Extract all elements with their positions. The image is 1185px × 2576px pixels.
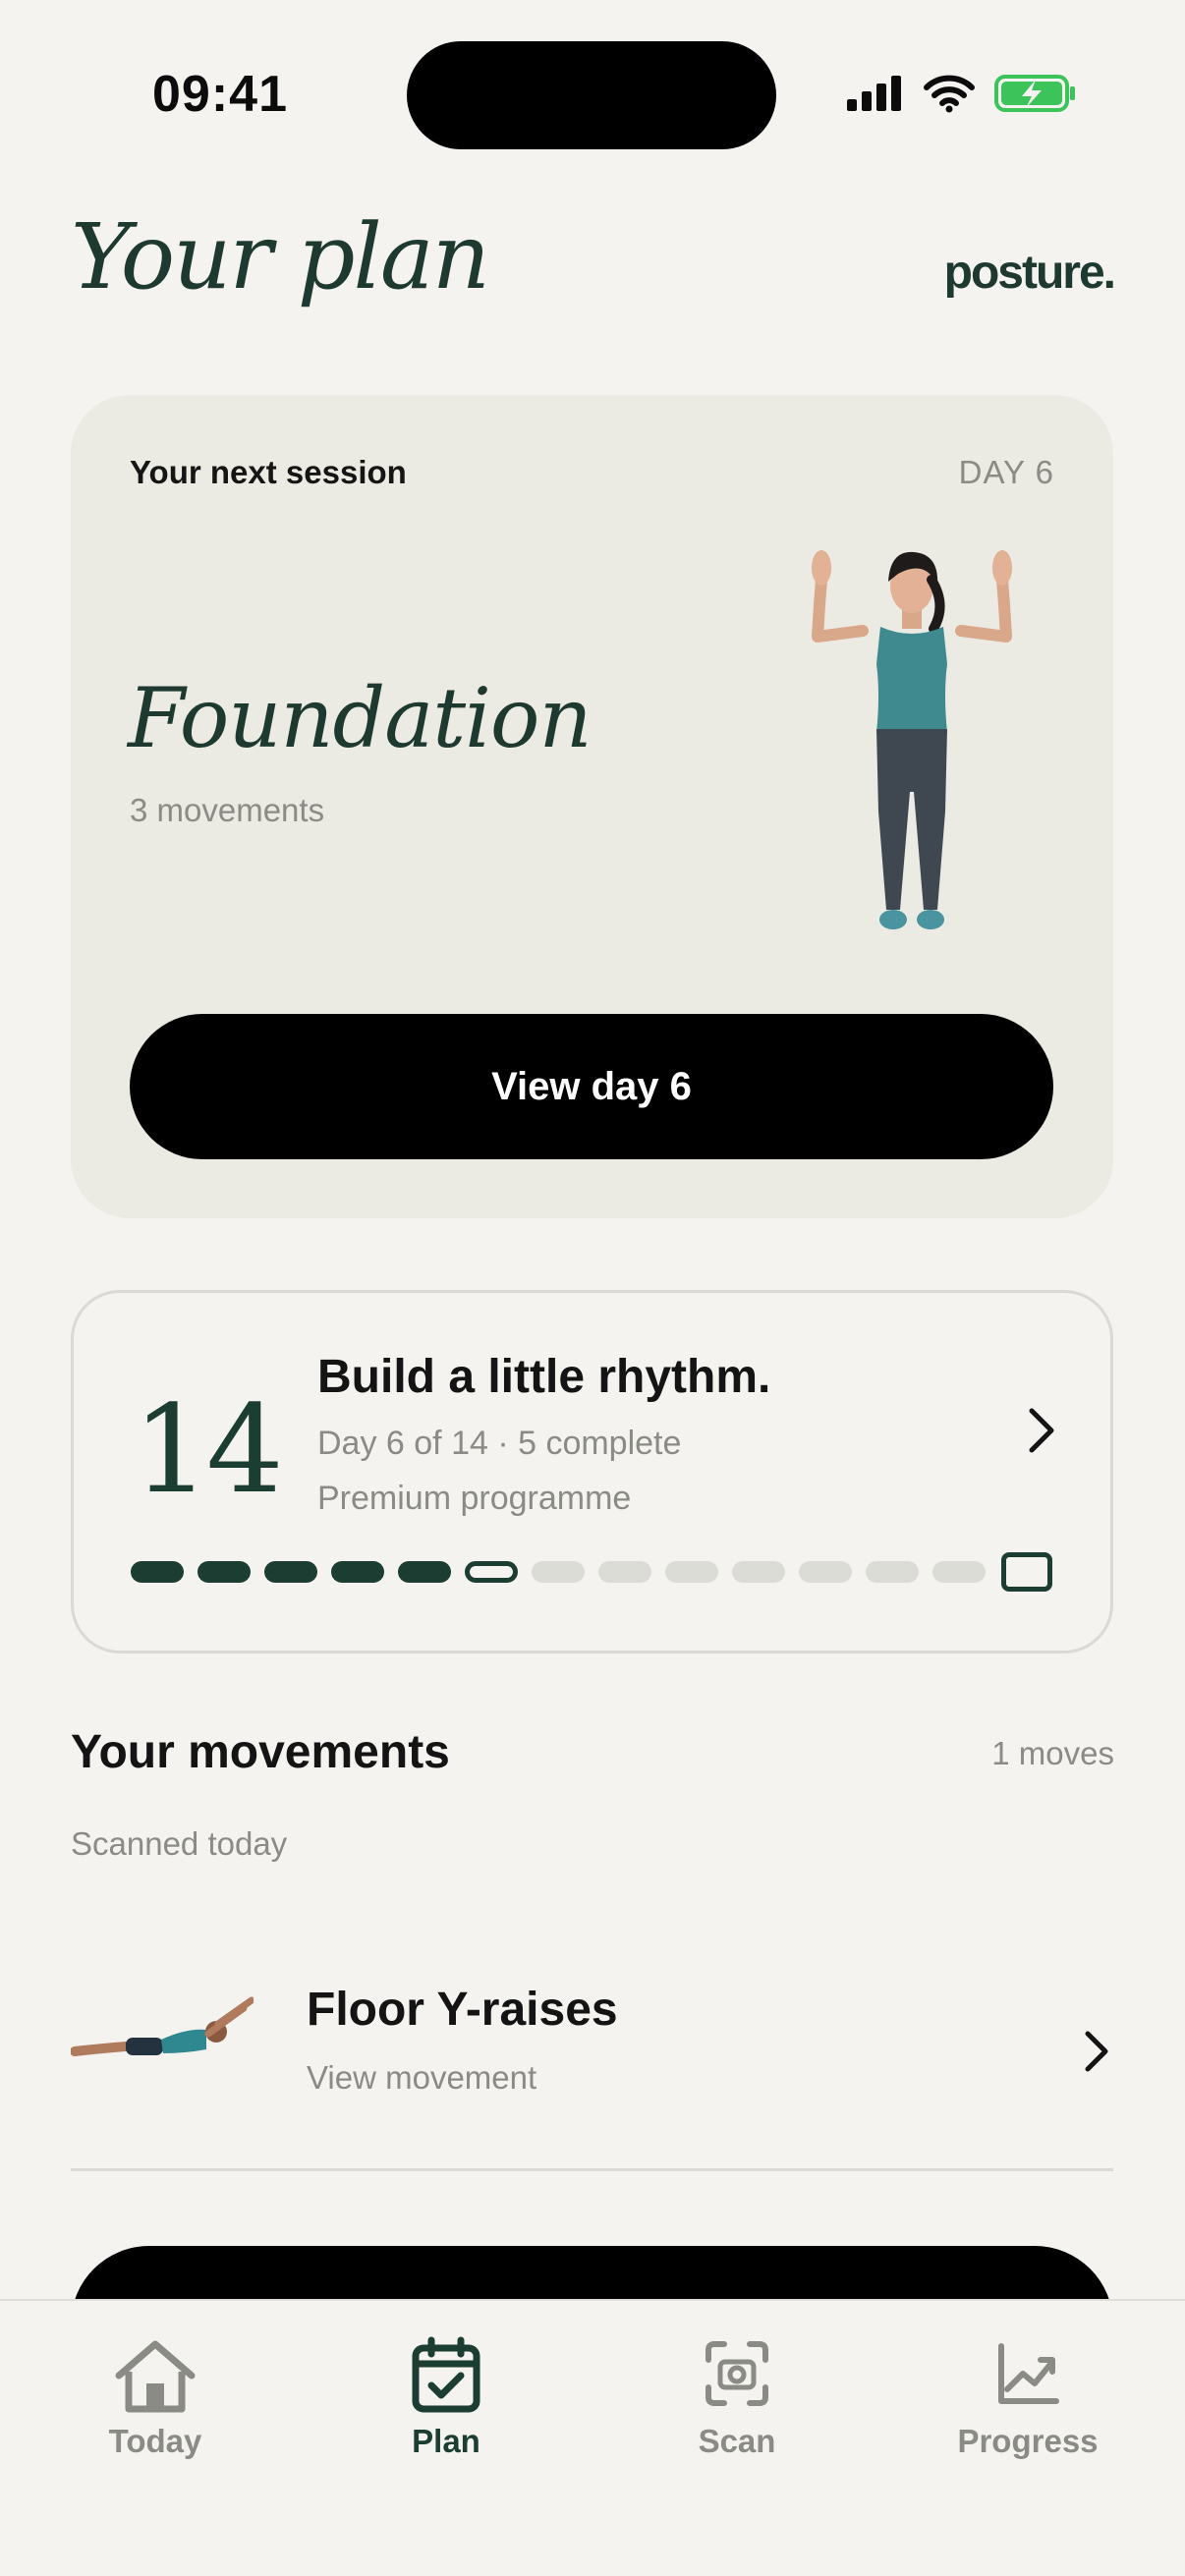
programme-progress-text: Day 6 of 14 · 5 complete <box>317 1425 682 1462</box>
progress-day-complete <box>264 1561 317 1583</box>
programme-progress-track <box>131 1550 1064 1594</box>
programme-length: 14 <box>133 1379 284 1521</box>
tab-today[interactable]: Today <box>57 2336 254 2460</box>
status-bar: 09:41 <box>0 0 1185 187</box>
session-movement-count: 3 movements <box>130 792 325 828</box>
battery-charging-icon <box>994 75 1075 112</box>
woman-arms-raised-illustration <box>812 550 1012 929</box>
progress-day-complete <box>198 1561 251 1583</box>
view-movement-link[interactable]: View movement <box>307 2059 536 2097</box>
movements-subtitle: Scanned today <box>71 1825 288 1862</box>
tab-plan[interactable]: Plan <box>348 2336 544 2460</box>
movement-name: Floor Y-raises <box>307 1984 618 2036</box>
progress-day-current <box>465 1561 518 1583</box>
progress-finish-marker <box>1001 1552 1052 1592</box>
progress-day-upcoming <box>799 1561 852 1583</box>
progress-day-upcoming <box>665 1561 718 1583</box>
progress-day-complete <box>398 1561 451 1583</box>
movement-list-item[interactable]: Floor Y-raises View movement <box>71 1943 1113 2171</box>
status-time: 09:41 <box>152 66 288 123</box>
session-label: Your next session <box>130 454 407 490</box>
tab-label: Scan <box>698 2423 776 2459</box>
page-title: Your plan <box>71 204 490 309</box>
floor-y-raise-illustration <box>71 1996 254 2056</box>
programme-title: Build a little rhythm. <box>317 1351 771 1403</box>
tab-label: Today <box>108 2423 202 2459</box>
tab-progress[interactable]: Progress <box>930 2336 1126 2460</box>
progress-day-complete <box>131 1561 184 1583</box>
chart-trend-icon <box>998 2343 1059 2404</box>
progress-day-upcoming <box>866 1561 919 1583</box>
next-session-card[interactable]: Your next session DAY 6 Foundation 3 mov… <box>71 395 1113 1218</box>
session-day-tag: DAY 6 <box>958 454 1054 490</box>
signal-icon <box>847 76 901 111</box>
calendar-check-icon <box>412 2336 480 2413</box>
movements-count: 1 moves <box>991 1735 1114 1771</box>
progress-day-upcoming <box>532 1561 585 1583</box>
wifi-icon <box>924 75 975 113</box>
status-icons <box>845 69 1077 118</box>
progress-day-upcoming <box>932 1561 986 1583</box>
brand-logo: posture. <box>943 247 1116 299</box>
movements-section-title: Your movements <box>71 1726 450 1778</box>
progress-day-complete <box>331 1561 384 1583</box>
progress-day-upcoming <box>732 1561 785 1583</box>
view-day-button[interactable]: View day 6 <box>130 1014 1053 1159</box>
camera-scan-icon <box>705 2341 768 2406</box>
tab-bar: Today Plan Scan Progress <box>0 2299 1185 2576</box>
tab-label: Plan <box>412 2423 480 2459</box>
session-name: Foundation <box>128 670 592 766</box>
programme-type: Premium programme <box>317 1480 632 1517</box>
chevron-right-icon[interactable] <box>1022 1401 1061 1460</box>
chevron-right-icon[interactable] <box>1078 2024 1113 2079</box>
tab-scan[interactable]: Scan <box>639 2336 835 2460</box>
tab-label: Progress <box>957 2423 1099 2459</box>
programme-card[interactable]: 14 Build a little rhythm. Day 6 of 14 · … <box>71 1290 1113 1653</box>
dynamic-island <box>407 41 776 149</box>
progress-day-upcoming <box>598 1561 651 1583</box>
home-icon <box>115 2340 196 2413</box>
